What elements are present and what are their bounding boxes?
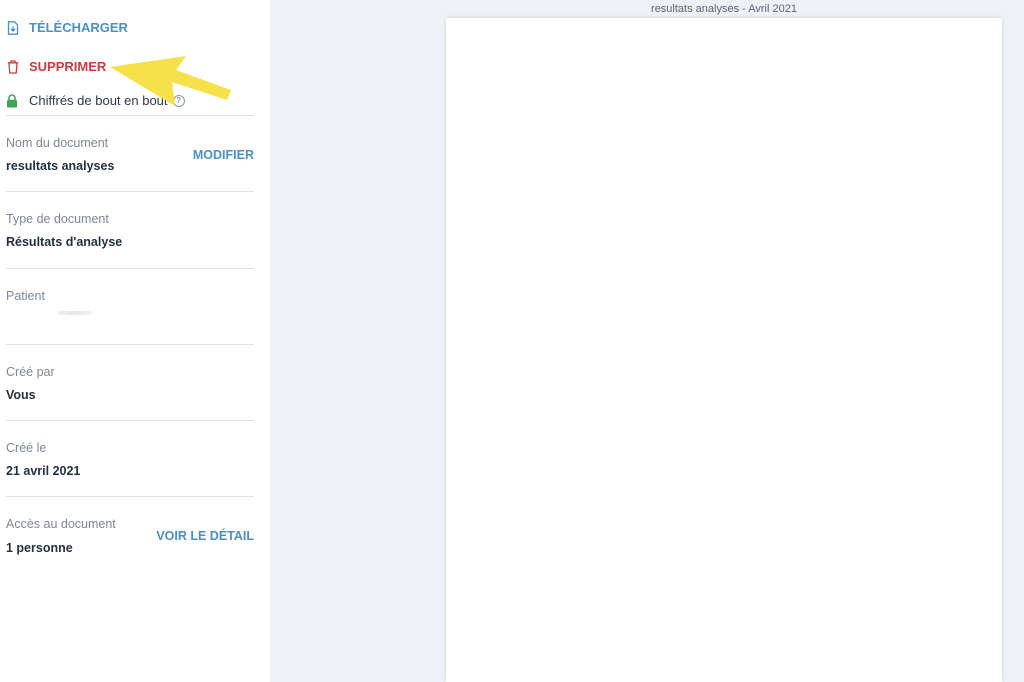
created-on-label: Créé le xyxy=(6,441,47,455)
divider xyxy=(6,191,254,192)
divider xyxy=(6,420,254,421)
annotation-arrow-icon xyxy=(110,56,231,106)
trash-icon xyxy=(6,59,20,74)
document-type-label: Type de document xyxy=(6,212,109,226)
edit-name-button[interactable]: MODIFIER xyxy=(193,148,254,162)
created-on-value: 21 avril 2021 xyxy=(6,464,81,478)
download-button[interactable]: TÉLÉCHARGER xyxy=(6,20,128,35)
download-file-icon xyxy=(6,20,20,35)
divider xyxy=(6,496,254,497)
view-access-detail-button[interactable]: VOIR LE DÉTAIL xyxy=(156,529,254,543)
delete-button[interactable]: SUPPRIMER xyxy=(6,59,106,74)
patient-value-redacted xyxy=(58,311,92,315)
created-by-value: Vous xyxy=(6,388,36,402)
patient-label: Patient xyxy=(6,289,45,303)
document-viewer-title: resultats analyses - Avril 2021 xyxy=(651,3,797,15)
delete-label: SUPPRIMER xyxy=(29,59,107,74)
created-by-label: Créé par xyxy=(6,365,55,379)
document-type-value: Résultats d'analyse xyxy=(6,235,123,249)
divider xyxy=(6,115,254,116)
divider xyxy=(6,344,254,345)
document-name-value: resultats analyses xyxy=(6,159,115,173)
document-page-preview[interactable] xyxy=(446,18,1002,682)
access-label: Accès au document xyxy=(6,517,116,531)
document-name-label: Nom du document xyxy=(6,136,109,150)
access-value: 1 personne xyxy=(6,541,73,555)
lock-icon xyxy=(6,93,20,108)
download-label: TÉLÉCHARGER xyxy=(29,20,128,35)
divider xyxy=(6,268,254,269)
